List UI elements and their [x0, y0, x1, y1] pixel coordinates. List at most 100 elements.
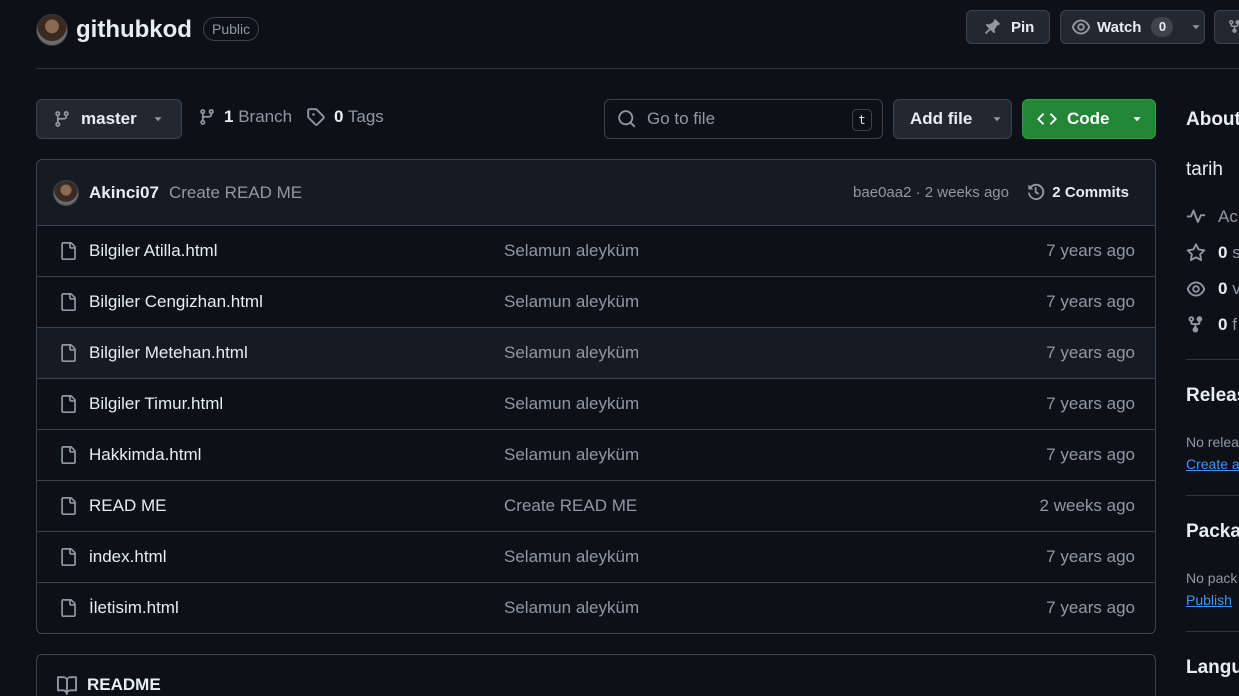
- file-row[interactable]: index.html Selamun aleyküm 7 years ago: [37, 532, 1155, 583]
- file-row[interactable]: Hakkimda.html Selamun aleyküm 7 years ago: [37, 430, 1155, 481]
- releases-title[interactable]: Releas: [1186, 385, 1239, 407]
- watchers-count: 0: [1218, 279, 1228, 298]
- watchers-link[interactable]: 0 v: [1186, 279, 1239, 299]
- file-row[interactable]: READ ME Create READ ME 2 weeks ago: [37, 481, 1155, 532]
- file-icon-wrap: [59, 445, 77, 470]
- file-row[interactable]: Bilgiler Cengizhan.html Selamun aleyküm 7 …: [37, 277, 1155, 328]
- branches-link[interactable]: 1 Branch: [198, 107, 292, 127]
- file-name[interactable]: Hakkimda.html: [89, 445, 201, 465]
- tag-icon: [307, 108, 325, 126]
- file-icon-wrap: [59, 547, 77, 572]
- star-icon: [1186, 243, 1206, 261]
- watch-label: Watch: [1097, 18, 1142, 36]
- commit-author-avatar[interactable]: [53, 179, 79, 206]
- file-icon-wrap: [59, 241, 77, 266]
- file-icon-wrap: [59, 292, 77, 317]
- file-row[interactable]: Bilgiler Timur.html Selamun aleyküm 7 year…: [37, 379, 1155, 430]
- pin-button[interactable]: Pin: [966, 10, 1050, 44]
- pin-label: Pin: [1011, 18, 1035, 36]
- file-date: 7 years ago: [1046, 343, 1135, 362]
- repo-header: githubkod Public Pin Watch 0: [36, 0, 1239, 69]
- fork-icon: [1188, 316, 1203, 333]
- tags-link[interactable]: 0 Tags: [306, 107, 384, 127]
- commit-author[interactable]: Akinci07: [89, 183, 159, 203]
- branches-label: Branch: [238, 107, 293, 126]
- file-commit-message[interactable]: Selamun aleyküm: [504, 394, 639, 414]
- commit-meta[interactable]: bae0aa2 · 2 weeks ago: [853, 184, 1009, 201]
- visibility-badge: Public: [203, 17, 260, 41]
- file-name[interactable]: İletisim.html: [89, 598, 179, 618]
- watch-count: 0: [1151, 17, 1174, 37]
- file-icon: [61, 548, 76, 566]
- file-date: 7 years ago: [1046, 598, 1135, 617]
- tags-label: Tags: [347, 107, 384, 126]
- file-commit-message[interactable]: Selamun aleyküm: [504, 241, 639, 261]
- create-release-link[interactable]: Create a: [1186, 456, 1239, 472]
- history-icon: [1026, 183, 1045, 201]
- sidebar-divider: [1186, 495, 1239, 496]
- code-label: Code: [1067, 109, 1110, 128]
- file-name[interactable]: index.html: [89, 547, 166, 567]
- forks-count: 0: [1218, 315, 1228, 334]
- file-table: Akinci07 Create READ ME bae0aa2 · 2 week…: [36, 159, 1156, 634]
- stars-count: 0: [1218, 243, 1228, 262]
- commit-message[interactable]: Create READ ME: [169, 183, 302, 203]
- sidebar-divider: [1186, 359, 1239, 360]
- file-commit-message[interactable]: Selamun aleyküm: [504, 547, 639, 567]
- forks-link[interactable]: 0 f: [1186, 315, 1237, 335]
- go-to-file-input[interactable]: Go to file t: [604, 99, 883, 139]
- file-row[interactable]: İletisim.html Selamun aleyküm 7 years ago: [37, 583, 1155, 633]
- file-commit-message[interactable]: Create READ ME: [504, 496, 637, 516]
- file-date: 7 years ago: [1046, 394, 1135, 413]
- search-icon: [618, 110, 636, 128]
- file-name[interactable]: READ ME: [89, 496, 166, 516]
- owner-avatar[interactable]: [36, 14, 68, 46]
- watch-button[interactable]: Watch 0: [1060, 10, 1205, 44]
- packages-empty-text: No pack: [1186, 570, 1238, 586]
- file-icon-wrap: [59, 598, 77, 623]
- stars-label: s: [1232, 243, 1239, 262]
- pulse-icon: [1186, 209, 1206, 223]
- about-title: About: [1186, 109, 1239, 130]
- fork-button[interactable]: [1214, 10, 1239, 44]
- file-date: 2 weeks ago: [1039, 496, 1135, 515]
- file-date: 7 years ago: [1046, 547, 1135, 566]
- languages-title: Langu: [1186, 657, 1239, 678]
- file-commit-message[interactable]: Selamun aleyküm: [504, 598, 639, 618]
- file-date: 7 years ago: [1046, 292, 1135, 311]
- packages-title[interactable]: Packa: [1186, 521, 1239, 543]
- publish-package-link[interactable]: Publish: [1186, 592, 1232, 608]
- add-file-button[interactable]: Add file: [893, 99, 1012, 139]
- file-icon: [61, 395, 76, 413]
- activity-link[interactable]: Ac: [1186, 207, 1238, 227]
- readme-panel: README: [36, 654, 1156, 696]
- stars-link[interactable]: 0 s: [1186, 243, 1239, 263]
- fork-icon: [1229, 20, 1239, 33]
- eye-icon: [1071, 19, 1091, 35]
- file-row[interactable]: Bilgiler Metehan.html Selamun aleyküm 7 ye…: [37, 328, 1155, 379]
- file-name[interactable]: Bilgiler Atilla.html: [89, 241, 218, 261]
- file-icon: [61, 293, 76, 311]
- commits-count: 2: [1052, 183, 1061, 201]
- file-name[interactable]: Bilgiler Metehan.html: [89, 343, 248, 363]
- code-button[interactable]: Code: [1022, 99, 1156, 139]
- commits-link[interactable]: 2 Commits: [1026, 182, 1129, 202]
- file-row[interactable]: Bilgiler Atilla.html Selamun aleyküm 7 yea…: [37, 226, 1155, 277]
- file-commit-message[interactable]: Selamun aleyküm: [504, 445, 639, 465]
- branch-icon: [55, 111, 69, 127]
- readme-title[interactable]: README: [87, 675, 161, 696]
- file-commit-message[interactable]: Selamun aleyküm: [504, 343, 639, 363]
- watchers-label: v: [1232, 279, 1239, 298]
- branch-selector[interactable]: master: [36, 99, 182, 139]
- go-to-file-placeholder: Go to file: [647, 109, 716, 128]
- file-name[interactable]: Bilgiler Cengizhan.html: [89, 292, 263, 312]
- pin-icon: [984, 19, 1000, 35]
- sidebar-divider: [1186, 631, 1239, 632]
- file-icon: [61, 497, 76, 515]
- file-icon-wrap: [59, 496, 77, 521]
- repo-name[interactable]: githubkod: [76, 14, 192, 46]
- file-name[interactable]: Bilgiler Timur.html: [89, 394, 223, 414]
- repo-description: tarih: [1186, 159, 1223, 180]
- file-commit-message[interactable]: Selamun aleyküm: [504, 292, 639, 312]
- file-icon: [61, 344, 76, 362]
